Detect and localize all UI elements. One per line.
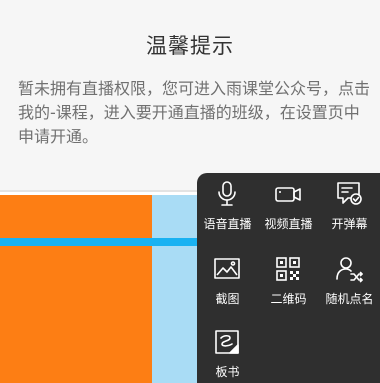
notice-title: 温馨提示 — [146, 34, 234, 58]
qr-code-button[interactable]: 二维码 — [258, 248, 319, 310]
random-rollcall-button[interactable]: 随机点名 — [319, 248, 380, 310]
live-toolbar: 语音直播 视频直播 开弹幕 截图 二维码 随机点名 板书 — [197, 173, 380, 383]
screenshot-label: 截图 — [215, 292, 240, 306]
bullet-comments-label: 开弹幕 — [331, 217, 368, 231]
blackboard-icon — [212, 327, 242, 357]
video-live-button[interactable]: 视频直播 — [258, 173, 319, 235]
bullet-comments-button[interactable]: 开弹幕 — [319, 173, 380, 235]
qr-code-icon — [273, 254, 303, 284]
qr-code-label: 二维码 — [270, 292, 307, 306]
voice-live-label: 语音直播 — [203, 217, 252, 231]
video-live-label: 视频直播 — [264, 217, 313, 231]
blackboard-label: 板书 — [215, 365, 240, 379]
slide-orange-block — [0, 195, 152, 383]
video-camera-icon — [273, 179, 303, 209]
screenshot-button[interactable]: 截图 — [197, 248, 258, 310]
bullet-comment-icon — [334, 179, 364, 209]
microphone-icon — [212, 179, 242, 209]
screenshot-icon — [212, 254, 242, 284]
random-rollcall-icon — [334, 254, 364, 284]
voice-live-button[interactable]: 语音直播 — [197, 173, 258, 235]
random-rollcall-label: 随机点名 — [325, 292, 374, 306]
blackboard-button[interactable]: 板书 — [197, 321, 258, 383]
notice-message: 暂未拥有直播权限，您可进入雨课堂公众号，点击我的-课程，进入要开通直播的班级，在… — [18, 79, 371, 146]
notice-dialog: 温馨提示 暂未拥有直播权限，您可进入雨课堂公众号，点击我的-课程，进入要开通直播… — [0, 0, 380, 192]
